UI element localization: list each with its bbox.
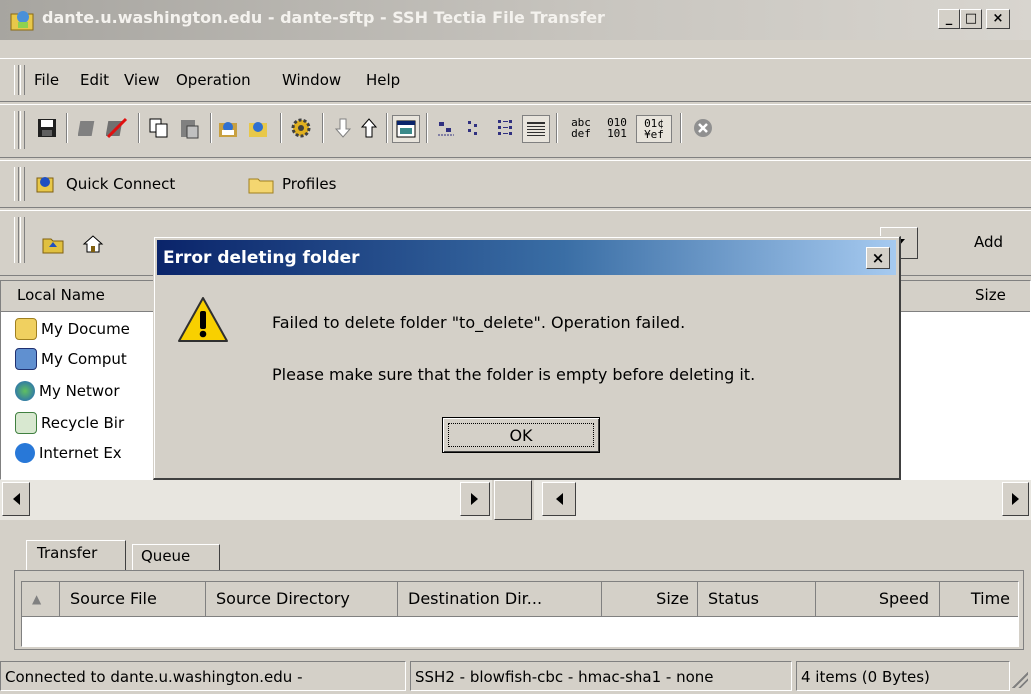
pane-splitter[interactable] [494, 480, 532, 520]
gear-icon[interactable] [288, 115, 314, 141]
remote-size-header-label: Size [975, 286, 1006, 304]
dialog-close-button[interactable]: × [866, 247, 890, 269]
menu-window[interactable]: Window [282, 71, 341, 89]
computer-icon [15, 348, 37, 370]
menu-file[interactable]: File [34, 71, 59, 89]
scroll-left-button[interactable] [542, 482, 576, 516]
tab-transfer[interactable]: Transfer [26, 540, 126, 570]
list-item[interactable]: My Networ [15, 377, 120, 405]
binary-mode-icon[interactable]: 010 101 [600, 115, 634, 141]
disconnect-icon[interactable] [76, 115, 102, 141]
transfer-list-body: ▲ Source File Source Directory Destinati… [21, 581, 1019, 647]
list-item-label: My Comput [41, 350, 127, 368]
list-item[interactable]: My Docume [15, 315, 130, 343]
profiles-label: Profiles [282, 175, 337, 193]
new-connection-icon[interactable] [216, 115, 242, 141]
quick-connect-icon [36, 177, 54, 193]
main-toolbar: abc def 010 101 01¢ ¥ef [0, 104, 1031, 158]
status-items: 4 items (0 Bytes) [796, 661, 1010, 691]
tab-queue-label: Queue [141, 547, 191, 565]
stop-icon[interactable] [690, 115, 716, 141]
status-connection: Connected to dante.u.washington.edu - [0, 661, 406, 691]
sort-indicator-icon[interactable]: ▲ [22, 582, 60, 616]
home-icon[interactable] [80, 231, 106, 257]
details-icon[interactable] [522, 115, 550, 143]
list-item-label: My Docume [41, 320, 130, 338]
folder-icon [248, 178, 274, 194]
parent-folder-icon[interactable] [40, 231, 66, 257]
scroll-left-button[interactable] [2, 482, 30, 516]
resize-grip-icon[interactable] [1012, 672, 1028, 688]
list-item[interactable]: Recycle Bir [15, 409, 124, 437]
file-view-icon[interactable] [392, 115, 420, 143]
transfer-list: ▲ Source File Source Directory Destinati… [14, 570, 1024, 650]
minimize-button[interactable]: _ [938, 9, 960, 29]
dialog-title-bar[interactable]: Error deleting folder × [157, 240, 896, 275]
column-speed[interactable]: Speed [816, 582, 940, 616]
disconnect-all-icon[interactable] [104, 115, 130, 141]
quick-connect-label: Quick Connect [66, 175, 176, 193]
transfer-list-header: ▲ Source File Source Directory Destinati… [22, 582, 1018, 617]
recycle-bin-icon [15, 412, 37, 434]
quick-connect-button[interactable]: Quick Connect [34, 171, 175, 197]
paste-icon[interactable] [176, 115, 202, 141]
copy-icon[interactable] [146, 115, 172, 141]
dialog-message-2: Please make sure that the folder is empt… [272, 365, 756, 384]
folder-documents-icon [15, 318, 37, 340]
list-item[interactable]: My Comput [15, 345, 127, 373]
download-icon[interactable] [330, 115, 356, 141]
list-icon[interactable] [494, 115, 520, 141]
menu-operation[interactable]: Operation [176, 71, 251, 89]
app-icon [10, 8, 36, 32]
menu-view[interactable]: View [124, 71, 160, 89]
auto-mode-icon[interactable]: 01¢ ¥ef [636, 115, 672, 143]
settings-icon[interactable] [246, 115, 272, 141]
close-window-button[interactable]: × [986, 9, 1010, 29]
list-item[interactable]: Internet Ex [15, 439, 122, 467]
large-icons-icon[interactable] [434, 115, 460, 141]
status-bar: Connected to dante.u.washington.edu - SS… [0, 658, 1031, 694]
local-name-header-label: Local Name [17, 286, 105, 304]
tab-transfer-label: Transfer [37, 544, 98, 562]
profiles-button[interactable]: Profiles [248, 171, 336, 197]
maximize-button[interactable]: □ [960, 9, 982, 29]
column-time[interactable]: Time [940, 582, 1018, 616]
column-status[interactable]: Status [698, 582, 816, 616]
menu-help[interactable]: Help [366, 71, 400, 89]
list-item-label: Internet Ex [39, 444, 122, 462]
error-dialog: Error deleting folder × Failed to delete… [153, 236, 901, 480]
scroll-right-button[interactable] [460, 482, 490, 516]
column-size[interactable]: Size [602, 582, 698, 616]
window-title: dante.u.washington.edu - dante-sftp - SS… [42, 8, 605, 27]
status-cipher: SSH2 - blowfish-cbc - hmac-sha1 - none [410, 661, 792, 691]
remote-horizontal-scrollbar[interactable] [534, 480, 1031, 520]
window-title-bar[interactable]: dante.u.washington.edu - dante-sftp - SS… [0, 0, 1031, 40]
menu-bar: File Edit View Operation Window Help [0, 58, 1031, 102]
internet-explorer-icon [15, 443, 35, 463]
save-icon[interactable] [34, 115, 60, 141]
ok-button[interactable]: OK [442, 417, 600, 453]
ok-button-label: OK [448, 423, 594, 447]
list-item-label: Recycle Bir [41, 414, 125, 432]
column-source-file[interactable]: Source File [60, 582, 206, 616]
local-horizontal-scrollbar[interactable] [0, 480, 492, 520]
small-icons-icon[interactable] [464, 115, 490, 141]
scroll-right-button[interactable] [1002, 482, 1029, 516]
warning-icon [176, 295, 230, 345]
quick-connect-bar: Quick Connect Profiles [0, 160, 1031, 208]
column-source-directory[interactable]: Source Directory [206, 582, 398, 616]
network-icon [15, 381, 35, 401]
list-item-label: My Networ [39, 382, 120, 400]
dialog-message-1: Failed to delete folder "to_delete". Ope… [272, 313, 686, 332]
add-button[interactable]: Add [974, 233, 1003, 251]
ascii-mode-icon[interactable]: abc def [564, 115, 598, 141]
upload-icon[interactable] [356, 115, 382, 141]
menu-edit[interactable]: Edit [80, 71, 109, 89]
column-destination-directory[interactable]: Destination Dir... [398, 582, 602, 616]
dialog-title: Error deleting folder [163, 248, 360, 268]
tab-queue[interactable]: Queue [132, 544, 220, 570]
